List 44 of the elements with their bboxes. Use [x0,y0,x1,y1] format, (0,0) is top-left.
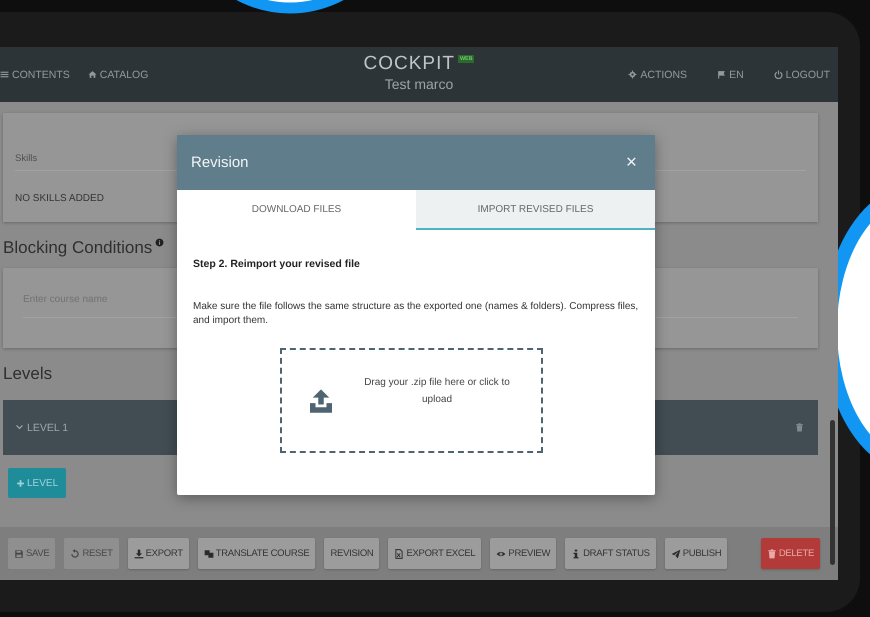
revision-button[interactable]: REVISION [324,538,380,569]
empty-message: NO SKILLS ADDED [15,193,105,204]
close-button[interactable]: × [624,152,639,174]
logo-title: COCKPIT [364,53,455,75]
modal-title: Revision [191,154,249,171]
translate-button[interactable]: TRANSLATE COURSE [198,538,316,569]
excel-file-icon [394,548,404,558]
tab[interactable]: IMPORT REVISED FILES [416,190,655,230]
home-icon [88,70,97,79]
documents-icon [204,548,214,558]
delete-button[interactable]: DELETE [760,538,820,569]
dropzone-text: Drag your .zip file here or click to upload [363,376,511,406]
publish-button[interactable]: PUBLISH [664,538,728,569]
upload-icon [310,388,332,413]
menu-icon [0,70,9,79]
nav-link[interactable]: LOGOUT [774,68,830,80]
nav-link[interactable]: CATALOG [88,68,148,80]
nav-link[interactable]: EN [717,68,744,80]
info-icon [571,548,582,558]
power-icon [774,70,783,79]
paper-plane-icon [670,548,681,558]
level-label: LEVEL 1 [27,422,68,434]
nav-link[interactable]: ACTIONS [628,68,688,80]
preview-button[interactable]: PREVIEW [490,538,556,569]
upload-dropzone[interactable]: Drag your .zip file here or click to upload [280,348,542,453]
plus-icon [16,478,25,488]
add-level-button[interactable]: LEVEL [8,468,66,498]
scrollbar[interactable] [830,420,835,565]
flag-icon [717,70,726,79]
export-button[interactable]: EXPORT [128,538,189,569]
step-title: Step 2. Reimport your revised file [193,258,361,270]
trash-icon [795,423,804,432]
instructions-text: Make sure the file follows the same structure as the exported one (names & folders). Compress files, and import them. [193,300,639,328]
info-icon [155,238,164,247]
download-icon [134,548,144,558]
section-heading: Levels [3,364,52,384]
trash-icon [766,548,777,558]
info-button[interactable]: DRAFT STATUS [565,538,656,569]
nav-link[interactable]: CONTENTS [0,68,70,80]
section-heading: Blocking Conditions [3,238,152,258]
course-title: Test marco [384,76,454,92]
excel-button[interactable]: EXPORT EXCEL [388,538,482,569]
undo-icon [70,548,80,558]
chevron-down-icon [15,423,24,432]
